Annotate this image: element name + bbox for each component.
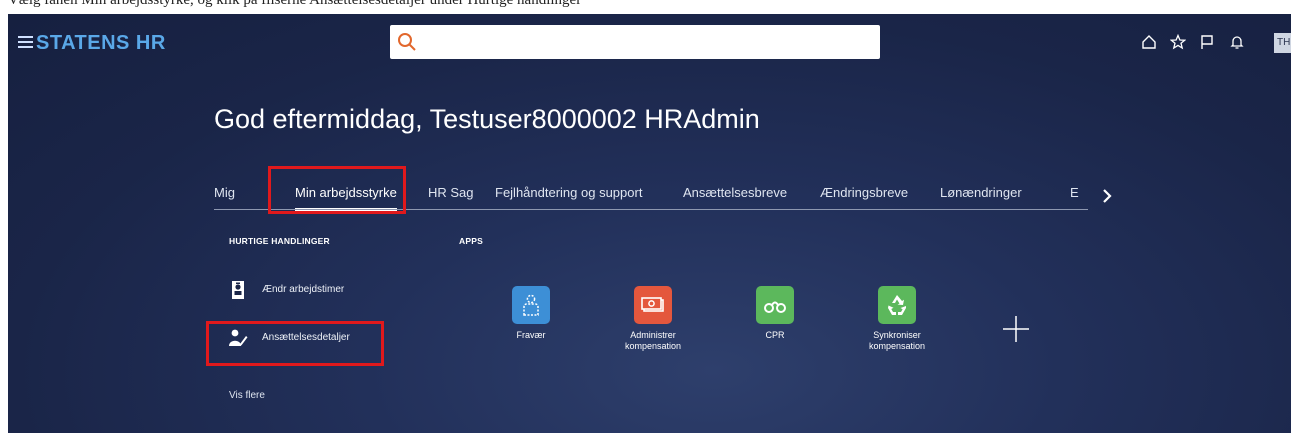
add-app-plus-icon[interactable] [1001, 314, 1031, 344]
tab-hr-sag[interactable]: HR Sag [428, 185, 474, 200]
brand-title[interactable]: STATENS HR [36, 32, 166, 55]
cpr-icon [756, 286, 794, 324]
search-box[interactable] [390, 25, 880, 59]
app-tile-fravaer[interactable]: Fravær [476, 286, 586, 341]
money-icon [634, 286, 672, 324]
recycle-icon [878, 286, 916, 324]
flag-icon[interactable] [1199, 34, 1215, 50]
greeting-title: God eftermiddag, Testuser8000002 HRAdmin [214, 104, 760, 134]
quick-actions-heading: HURTIGE HANDLINGER [229, 236, 330, 246]
tab-min-arbejdsstyrke[interactable]: Min arbejdsstyrke [295, 185, 397, 211]
id-badge-icon [232, 281, 244, 299]
tab-truncated[interactable]: E [1070, 185, 1079, 200]
app-label: CPR [765, 330, 785, 340]
app-label: Fravær [516, 330, 546, 340]
tab-mig[interactable]: Mig [214, 185, 235, 200]
apps-heading: APPS [459, 236, 483, 246]
app-label: Synkroniser kompensation [868, 330, 926, 351]
hamburger-menu-icon[interactable] [18, 36, 33, 48]
home-icon[interactable] [1141, 34, 1157, 50]
notifications-bell-icon[interactable] [1229, 34, 1245, 50]
user-avatar[interactable]: TH [1274, 33, 1291, 53]
search-input[interactable] [422, 29, 874, 57]
search-icon[interactable] [396, 31, 418, 53]
app-label: Administrer kompensation [624, 330, 682, 351]
quick-action-ansaettelsesdetaljer[interactable]: Ansættelsesdetaljer [228, 328, 378, 350]
quick-action-label: Ansættelsesdetaljer [262, 332, 350, 343]
app-tile-administrer-kompensation[interactable]: Administrer kompensation [598, 286, 708, 352]
tab-ansaettelsesbreve[interactable]: Ansættelsesbreve [683, 185, 787, 200]
person-dashed-icon [512, 286, 550, 324]
tab-bar: Mig Min arbejdsstyrke HR Sag Fejlhåndter… [214, 180, 1090, 211]
instruction-caption: Vælg fanen Min arbejdsstyrke, og klik på… [8, 0, 582, 8]
tab-fejlhaandtering[interactable]: Fejlhåndtering og support [495, 185, 642, 200]
app-window: STATENS HR TH God eftermiddag, Testuser8… [8, 14, 1291, 433]
chevron-right-icon[interactable] [1100, 187, 1114, 205]
show-more-link[interactable]: Vis flere [229, 390, 265, 401]
tab-aendringsbreve[interactable]: Ændringsbreve [820, 185, 908, 200]
person-edit-icon [229, 329, 248, 346]
tab-loenaendringer[interactable]: Lønændringer [940, 185, 1022, 200]
favorites-star-icon[interactable] [1170, 34, 1186, 50]
quick-action-aendr-arbejdstimer[interactable]: Ændr arbejdstimer [228, 280, 368, 302]
tab-divider [214, 209, 1088, 210]
app-tile-cpr[interactable]: CPR [720, 286, 830, 341]
quick-action-label: Ændr arbejdstimer [262, 284, 345, 295]
app-tile-synkroniser-kompensation[interactable]: Synkroniser kompensation [842, 286, 952, 352]
